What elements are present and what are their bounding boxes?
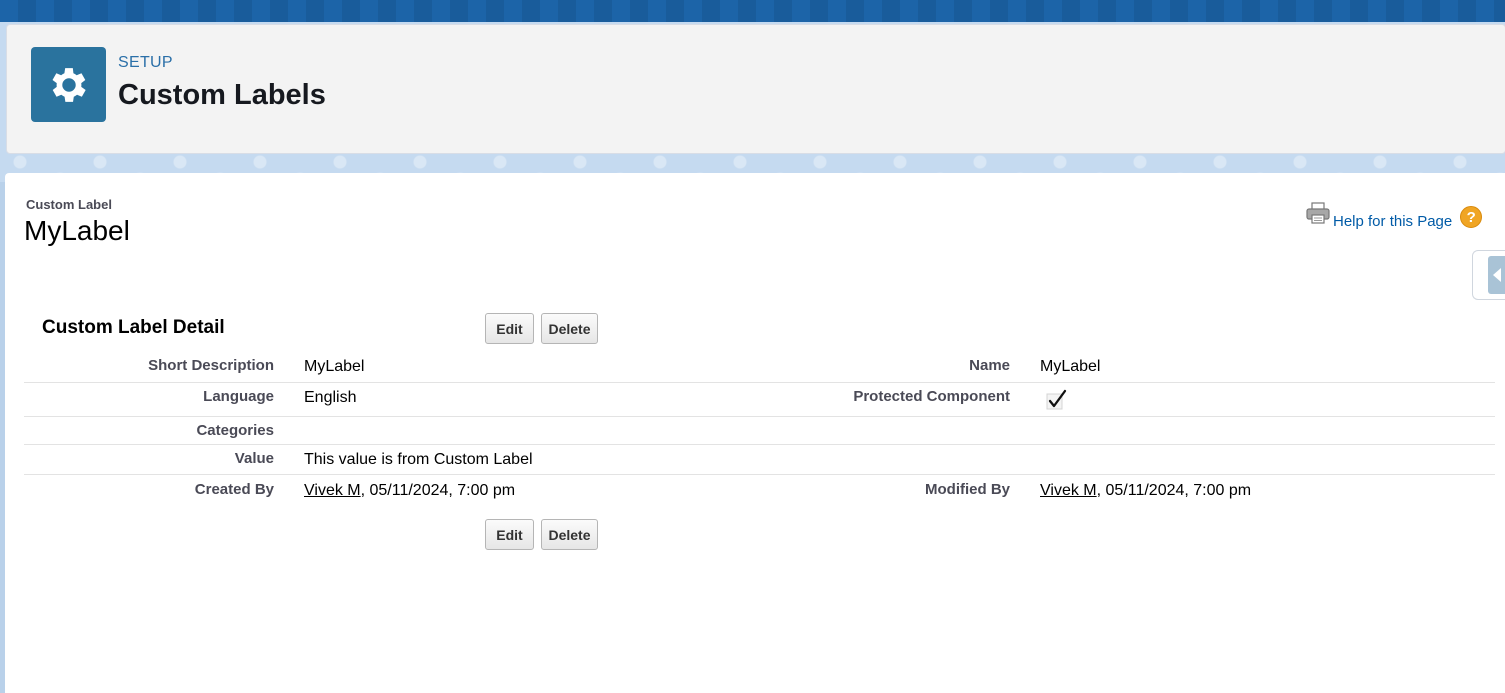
edit-button-bottom[interactable]: Edit [485,519,534,550]
field-label-protected-component: Protected Component [853,388,1010,405]
table-row: Created By Vivek M, 05/11/2024, 7:00 pm … [24,475,1495,505]
field-value-short-description: MyLabel [304,358,365,375]
content-panel: Custom Label MyLabel Help for this Page … [5,173,1505,693]
field-value-language: English [304,389,357,406]
sidebar-collapse-handle[interactable] [1472,250,1505,300]
delete-button-top[interactable]: Delete [541,313,598,344]
created-by-user-link[interactable]: Vivek M [304,482,361,499]
field-label-categories: Categories [196,422,274,439]
table-row: Value This value is from Custom Label [24,445,1495,475]
table-row: Short Description MyLabel Name MyLabel [24,352,1495,383]
setup-header: SETUP Custom Labels [6,24,1505,154]
top-banner [0,0,1505,22]
edit-button-top[interactable]: Edit [485,313,534,344]
field-value-name: MyLabel [1040,358,1101,375]
field-label-language: Language [203,388,274,405]
chevron-left-icon [1493,268,1501,282]
record-title: MyLabel [24,215,130,246]
help-area: Help for this Page ? [1305,200,1483,230]
field-value-modified-by: Vivek M, 05/11/2024, 7:00 pm [1040,482,1251,500]
field-label-name: Name [969,357,1010,374]
detail-table: Short Description MyLabel Name MyLabel L… [24,352,1495,505]
page-title: Custom Labels [118,79,326,111]
checkmark-icon [1046,389,1067,410]
field-label-value: Value [234,450,274,467]
section-title: Custom Label Detail [42,317,225,338]
printer-icon[interactable] [1305,201,1333,230]
field-label-short-description: Short Description [148,357,274,374]
field-value-value: This value is from Custom Label [304,451,533,468]
record-type-label: Custom Label [26,197,112,212]
gear-icon [31,47,106,122]
modified-by-user-link[interactable]: Vivek M [1040,482,1097,499]
modified-by-timestamp: , 05/11/2024, 7:00 pm [1096,482,1252,499]
field-label-modified-by: Modified By [925,481,1010,498]
table-row: Categories [24,417,1495,445]
delete-button-bottom[interactable]: Delete [541,519,598,550]
question-icon[interactable]: ? [1460,206,1483,228]
field-label-created-by: Created By [194,481,274,498]
help-link[interactable]: Help for this Page [1333,213,1452,230]
created-by-timestamp: , 05/11/2024, 7:00 pm [360,482,516,499]
breadcrumb-setup[interactable]: SETUP [118,54,173,72]
field-value-created-by: Vivek M, 05/11/2024, 7:00 pm [304,482,515,500]
table-row: Language English Protected Component [24,383,1495,417]
